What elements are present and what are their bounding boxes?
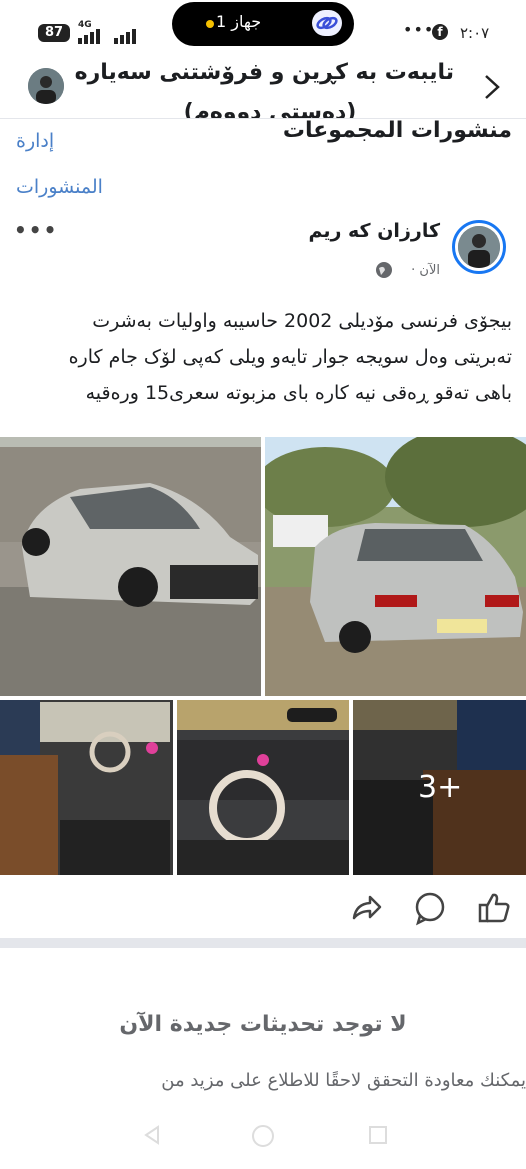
group-title[interactable]: تایبەت بە کڕین و فرۆشتنی سەیارەی xyxy=(74,60,454,85)
share-icon[interactable] xyxy=(348,890,384,926)
island-device-label: 1 جهاز xyxy=(216,12,262,31)
author-avatar[interactable] xyxy=(458,226,500,268)
post-photo-2[interactable] xyxy=(265,437,526,696)
battery-indicator: 87 xyxy=(38,24,70,42)
post-author-name[interactable]: كارزان كه ريم xyxy=(300,220,440,242)
post-photo-4[interactable] xyxy=(177,700,349,875)
manage-posts-link[interactable]: إدارة المنشورات xyxy=(16,118,136,210)
feed-separator xyxy=(0,938,526,948)
link-icon xyxy=(312,10,342,36)
more-options-icon[interactable]: ••• xyxy=(14,218,58,242)
home-icon[interactable] xyxy=(250,1123,276,1153)
more-photos-count[interactable]: 3+ xyxy=(418,770,462,805)
globe-icon xyxy=(376,262,392,278)
group-avatar[interactable] xyxy=(28,68,64,104)
post-photo-3[interactable] xyxy=(0,700,173,875)
like-icon[interactable] xyxy=(476,890,512,926)
no-updates-subtitle: يمكنك معاودة التحقق لاحقًا للاطلاع على م… xyxy=(161,1070,526,1091)
section-title: منشورات المجموعات xyxy=(282,118,512,143)
clock: ٢:٠٧ xyxy=(460,24,490,42)
more-status-icon: ••• xyxy=(403,20,435,39)
no-updates-title: لا توجد تحديثات جديدة الآن xyxy=(119,1012,407,1037)
chevron-right-icon[interactable] xyxy=(482,72,502,110)
recents-icon[interactable] xyxy=(366,1123,390,1151)
facebook-notification-icon: f xyxy=(432,24,448,40)
post-text-line: باهی تەقو ڕەقی نيه کاره بای مزبوته سعری1… xyxy=(85,382,512,404)
post-text-line: تەبريتی وەل سويجه جوار تايەو ويلی کەپی ل… xyxy=(68,346,512,368)
comment-icon[interactable] xyxy=(412,890,448,926)
post-photo-1[interactable] xyxy=(0,437,261,696)
island-indicator-dot xyxy=(206,20,214,28)
system-navigation-bar xyxy=(0,1115,526,1169)
back-icon[interactable] xyxy=(140,1123,164,1151)
group-title-continued: (دەستی دووەم) xyxy=(183,100,357,118)
post-text-line: بيجۆی فرنسی مۆديلی 2002 حاسيبه واوليات ب… xyxy=(92,310,512,332)
post-timestamp: الآن · xyxy=(411,263,440,278)
signal-icon xyxy=(78,28,140,44)
post-body: بيجۆی فرنسی مۆديلی 2002 حاسيبه واوليات ب… xyxy=(14,303,512,411)
